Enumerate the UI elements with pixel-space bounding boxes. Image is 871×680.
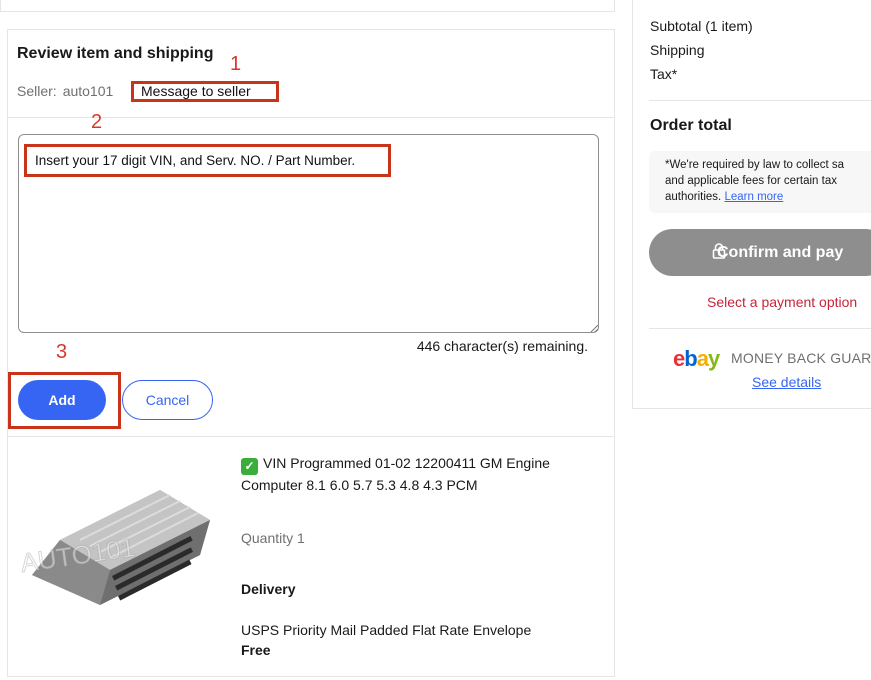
tax-notice-line: and applicable fees for certain tax: [665, 175, 837, 187]
tax-notice-line: authorities.: [665, 191, 722, 203]
message-text: Insert your 17 digit VIN, and Serv. NO. …: [24, 144, 391, 177]
payment-warning: Select a payment option: [707, 294, 858, 310]
chars-remaining: 446 character(s) remaining.: [416, 338, 588, 354]
review-title: Review item and shipping: [17, 45, 214, 62]
shipping-method: USPS Priority Mail Padded Flat Rate Enve…: [241, 622, 532, 638]
logo-letter: e: [673, 346, 685, 371]
logo-letter: y: [707, 346, 720, 371]
divider: [649, 100, 871, 101]
add-button[interactable]: Add: [18, 380, 106, 420]
shipping-label: Shipping: [650, 42, 705, 58]
resize-grip-icon[interactable]: [590, 324, 598, 332]
subtotal-label: Subtotal (1 item): [650, 18, 753, 34]
seller-name: auto101: [62, 83, 114, 99]
annotation-number: 2: [91, 111, 103, 133]
item-image: AUTO101: [20, 490, 210, 605]
check-mark-icon: ✓: [241, 458, 258, 475]
see-details-link[interactable]: See details: [752, 374, 821, 390]
item-title-text: VIN Programmed 01-02 12200411 GM Engine …: [241, 455, 550, 493]
ebay-logo: ebay: [673, 346, 720, 372]
annotation-number: 1: [230, 53, 242, 75]
logo-letter: b: [684, 346, 697, 371]
message-to-seller-link[interactable]: Message to seller: [131, 81, 279, 102]
tax-notice-text: *We're required by law to collect sa and…: [665, 157, 871, 205]
seller-info: Seller: auto101: [17, 83, 113, 99]
confirm-and-pay-button[interactable]: Confirm and pay: [649, 229, 871, 276]
shipping-price: Free: [241, 642, 271, 658]
divider: [7, 436, 615, 437]
tax-label: Tax*: [650, 66, 678, 82]
seller-label: Seller:: [17, 83, 57, 99]
item-title: ✓ VIN Programmed 01-02 12200411 GM Engine…: [241, 453, 581, 495]
learn-more-link[interactable]: Learn more: [724, 191, 783, 203]
logo-letter: a: [696, 346, 709, 371]
previous-section-panel: [0, 0, 615, 12]
order-total-label: Order total: [650, 117, 732, 134]
annotation-number: 3: [56, 341, 68, 363]
divider: [649, 328, 871, 329]
tax-notice-line: *We're required by law to collect sa: [665, 159, 845, 171]
money-back-guarantee: MONEY BACK GUARA: [731, 350, 871, 366]
lock-icon: [712, 243, 726, 259]
item-quantity: Quantity 1: [241, 530, 305, 546]
cancel-button[interactable]: Cancel: [122, 380, 213, 420]
delivery-heading: Delivery: [241, 581, 296, 597]
